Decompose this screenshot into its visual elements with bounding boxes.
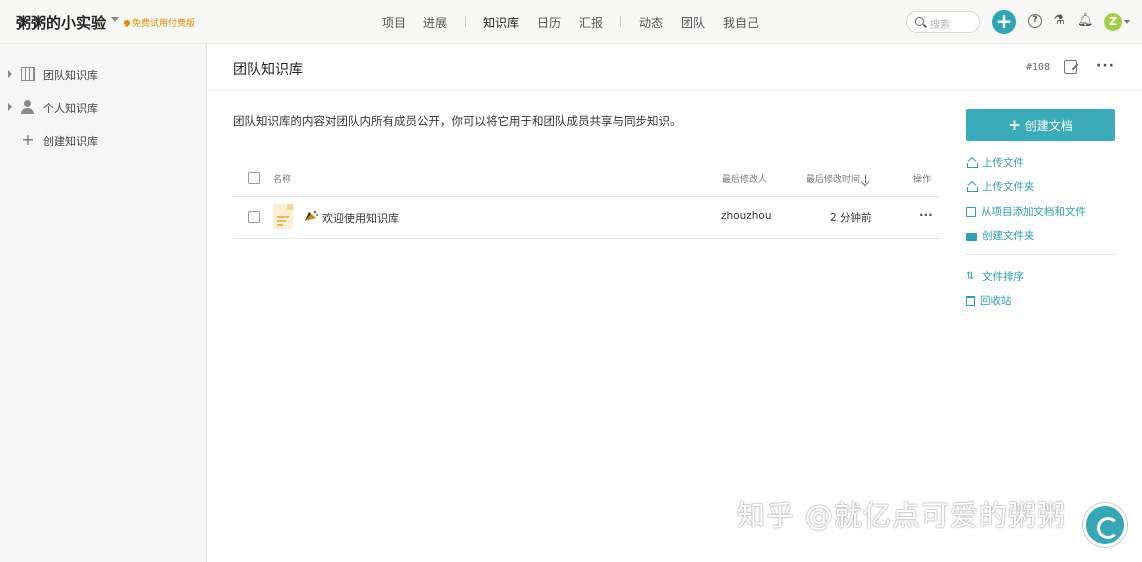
upload-file-label: 上传文件 bbox=[982, 157, 1024, 169]
upload-icon bbox=[966, 157, 978, 168]
create-folder-link[interactable]: 创建文件夹 bbox=[966, 228, 1035, 243]
column-header-name[interactable]: 名称 bbox=[273, 172, 291, 185]
avatar[interactable]: Z bbox=[1104, 13, 1122, 31]
search-placeholder: 搜索 bbox=[930, 20, 950, 31]
avatar-dropdown-icon[interactable] bbox=[1124, 20, 1130, 24]
upload-folder-label: 上传文件夹 bbox=[982, 181, 1035, 193]
trial-badge[interactable]: 免费试用付费版 bbox=[122, 16, 196, 29]
search-input[interactable]: 搜索 bbox=[906, 11, 980, 33]
sort-icon: ⇅ bbox=[966, 271, 975, 282]
modified-time: 2 分钟前 bbox=[830, 212, 872, 224]
expand-arrow-icon[interactable] bbox=[8, 103, 12, 111]
add-from-project-link[interactable]: 从项目添加文档和文件 bbox=[966, 204, 1086, 219]
external-link-icon bbox=[966, 206, 976, 217]
sidebar-item-label: 个人知识库 bbox=[43, 102, 98, 115]
select-all-checkbox[interactable] bbox=[248, 172, 260, 184]
page-title: 团队知识库 bbox=[233, 62, 303, 78]
table-divider bbox=[233, 238, 941, 239]
party-popper-icon bbox=[305, 210, 318, 221]
column-header-modified-time-label: 最后修改时间 bbox=[806, 175, 861, 185]
nav-divider bbox=[465, 16, 466, 27]
lab-flask-icon[interactable]: ⚗ bbox=[1051, 13, 1067, 29]
more-options-icon[interactable]: ··· bbox=[1096, 58, 1115, 74]
top-bar: 粥粥的小实验 免费试用付费版 项目 进展 知识库 日历 汇报 动态 团队 我自己… bbox=[0, 0, 1142, 44]
modifier-name: zhouzhou bbox=[721, 210, 772, 222]
search-icon bbox=[915, 17, 924, 26]
quick-add-button[interactable]: + bbox=[992, 10, 1016, 34]
file-name-link[interactable]: 欢迎使用知识库 bbox=[322, 210, 399, 226]
row-more-options-icon[interactable]: ··· bbox=[919, 208, 933, 222]
sort-files-label: 文件排序 bbox=[982, 271, 1024, 283]
floating-help-button[interactable] bbox=[1083, 503, 1127, 547]
recycle-bin-link[interactable]: 回收站 bbox=[966, 293, 1012, 308]
table-divider bbox=[233, 196, 941, 197]
nav-myself[interactable]: 我自己 bbox=[723, 14, 759, 31]
sidebar-item-personal-kb[interactable]: 个人知识库 bbox=[0, 96, 207, 118]
document-file-icon bbox=[273, 204, 293, 229]
create-document-label: 创建文档 bbox=[1024, 119, 1073, 133]
doc-number: #108 bbox=[1026, 62, 1051, 73]
nav-reports[interactable]: 汇报 bbox=[579, 14, 603, 31]
workspace-name[interactable]: 粥粥的小实验 bbox=[16, 12, 106, 33]
bell-icon[interactable]: 🔔︎ bbox=[1077, 13, 1094, 29]
help-icon[interactable]: ? bbox=[1028, 14, 1042, 28]
person-icon bbox=[21, 100, 35, 114]
upload-file-link[interactable]: 上传文件 bbox=[966, 155, 1024, 170]
upload-folder-link[interactable]: 上传文件夹 bbox=[966, 179, 1035, 194]
nav-projects[interactable]: 项目 bbox=[382, 14, 406, 31]
row-checkbox[interactable] bbox=[248, 211, 260, 223]
sidebar-item-create-kb[interactable]: + 创建知识库 bbox=[0, 129, 207, 151]
file-line bbox=[277, 220, 286, 222]
recycle-bin-label: 回收站 bbox=[980, 295, 1012, 307]
column-header-modified-time[interactable]: 最后修改时间 bbox=[806, 172, 867, 185]
header-divider bbox=[207, 90, 1142, 91]
plus-icon: + bbox=[1008, 116, 1021, 134]
watermark: 知乎 @就亿点可爱的粥粥 bbox=[737, 499, 1066, 532]
workspace-dropdown-icon[interactable] bbox=[111, 17, 119, 22]
folder-icon bbox=[966, 232, 977, 241]
column-header-modifier[interactable]: 最后修改人 bbox=[722, 172, 767, 185]
sort-arrow-down-icon bbox=[865, 175, 867, 183]
nav-team[interactable]: 团队 bbox=[681, 14, 705, 31]
location-pin-icon bbox=[122, 18, 132, 27]
sort-files-link[interactable]: ⇅ 文件排序 bbox=[966, 269, 1024, 284]
upload-icon bbox=[966, 181, 978, 192]
sidebar: 团队知识库 个人知识库 + 创建知识库 bbox=[0, 44, 207, 562]
panel-divider bbox=[966, 254, 1116, 255]
nav-activity[interactable]: 动态 bbox=[639, 14, 663, 31]
nav-knowledge-base[interactable]: 知识库 bbox=[483, 14, 519, 31]
trash-icon bbox=[966, 295, 975, 306]
nav-divider bbox=[620, 16, 621, 27]
building-icon bbox=[21, 67, 35, 81]
plus-icon: + bbox=[21, 130, 35, 149]
nav-progress[interactable]: 进展 bbox=[423, 14, 447, 31]
sidebar-item-label: 团队知识库 bbox=[43, 69, 98, 82]
expand-arrow-icon[interactable] bbox=[8, 70, 12, 78]
sidebar-item-label: 创建知识库 bbox=[43, 135, 98, 148]
edit-icon[interactable] bbox=[1064, 60, 1077, 74]
kb-description: 团队知识库的内容对团队内所有成员公开，你可以将它用于和团队成员共享与同步知识。 bbox=[233, 114, 682, 128]
column-header-actions: 操作 bbox=[913, 175, 932, 185]
trial-label: 免费试用付费版 bbox=[132, 19, 196, 29]
create-folder-label: 创建文件夹 bbox=[982, 230, 1035, 242]
add-from-project-label: 从项目添加文档和文件 bbox=[981, 206, 1086, 218]
file-line bbox=[277, 224, 283, 226]
nav-calendar[interactable]: 日历 bbox=[537, 14, 561, 31]
create-document-button[interactable]: + 创建文档 bbox=[966, 109, 1115, 141]
sidebar-item-team-kb[interactable]: 团队知识库 bbox=[0, 63, 207, 85]
file-line bbox=[277, 216, 289, 218]
